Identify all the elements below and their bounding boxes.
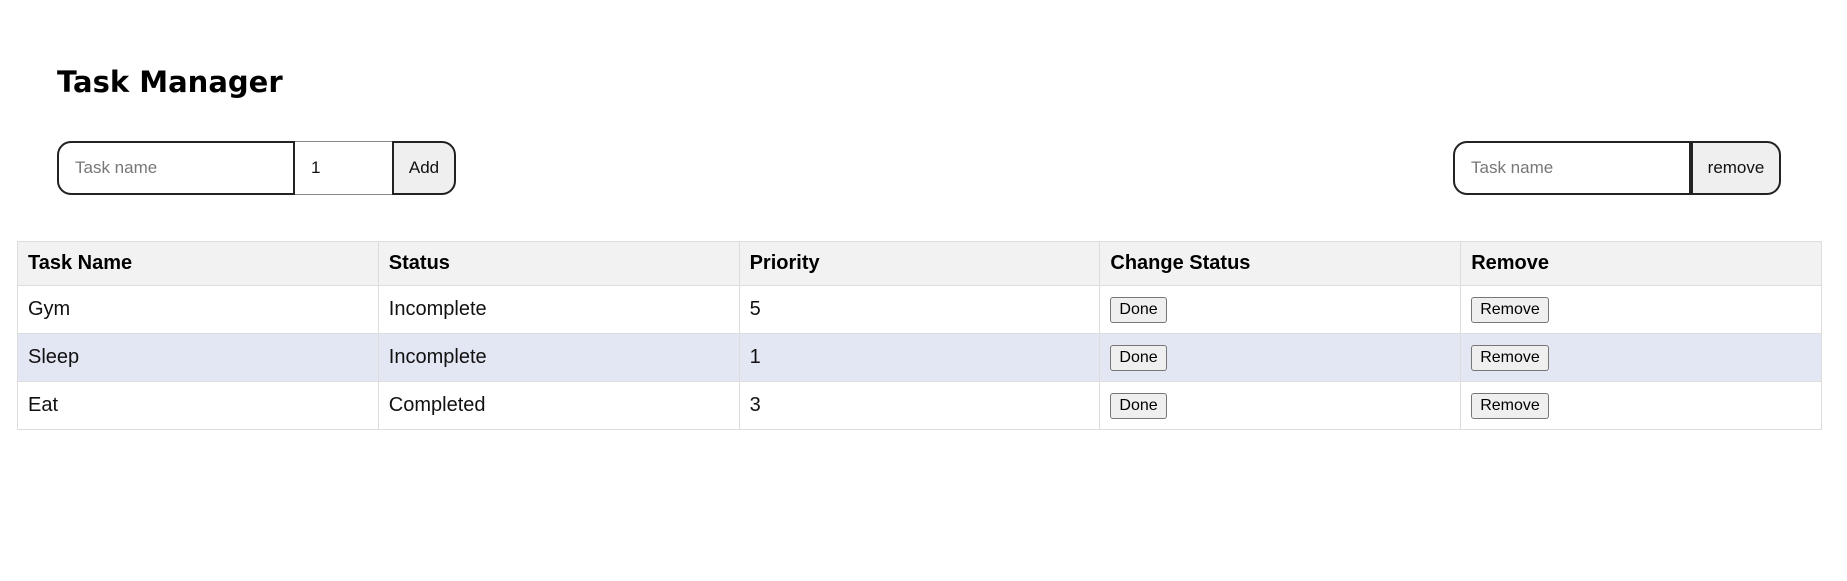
change-status-cell: Done xyxy=(1099,333,1462,382)
remove-task-name-input[interactable] xyxy=(1453,141,1691,195)
header-change-status: Change Status xyxy=(1099,241,1462,286)
task-name-cell: Gym xyxy=(17,285,379,334)
page-title: Task Manager xyxy=(57,65,283,99)
priority-input[interactable] xyxy=(295,141,392,195)
table-row: Gym Incomplete 5 Done Remove xyxy=(17,285,1822,334)
done-button[interactable]: Done xyxy=(1110,296,1167,323)
task-name-input[interactable] xyxy=(57,141,295,195)
remove-cell: Remove xyxy=(1460,333,1822,382)
task-priority-cell: 3 xyxy=(738,381,1101,430)
remove-row-button[interactable]: Remove xyxy=(1471,392,1549,419)
remove-row-button[interactable]: Remove xyxy=(1471,296,1549,323)
remove-task-form: remove xyxy=(1453,141,1781,195)
done-button[interactable]: Done xyxy=(1110,392,1167,419)
task-status-cell: Incomplete xyxy=(377,333,740,382)
task-status-cell: Incomplete xyxy=(377,285,740,334)
remove-row-button[interactable]: Remove xyxy=(1471,344,1549,371)
remove-cell: Remove xyxy=(1460,285,1822,334)
task-priority-cell: 1 xyxy=(738,333,1101,382)
add-task-form: Add xyxy=(57,141,456,195)
change-status-cell: Done xyxy=(1099,285,1462,334)
remove-task-button[interactable]: remove xyxy=(1691,141,1781,195)
header-remove: Remove xyxy=(1460,241,1822,286)
page: Task Manager Add remove Task Name Status… xyxy=(0,0,1847,581)
done-button[interactable]: Done xyxy=(1110,344,1167,371)
task-priority-cell: 5 xyxy=(738,285,1101,334)
table-header-row: Task Name Status Priority Change Status … xyxy=(17,241,1822,286)
task-name-cell: Sleep xyxy=(17,333,379,382)
task-status-cell: Completed xyxy=(377,381,740,430)
change-status-cell: Done xyxy=(1099,381,1462,430)
add-task-button[interactable]: Add xyxy=(392,141,456,195)
remove-cell: Remove xyxy=(1460,381,1822,430)
task-table: Task Name Status Priority Change Status … xyxy=(17,241,1822,430)
table-row: Eat Completed 3 Done Remove xyxy=(17,381,1822,430)
header-status: Status xyxy=(377,241,740,286)
task-name-cell: Eat xyxy=(17,381,379,430)
header-priority: Priority xyxy=(738,241,1101,286)
header-task-name: Task Name xyxy=(17,241,379,286)
table-row: Sleep Incomplete 1 Done Remove xyxy=(17,333,1822,382)
